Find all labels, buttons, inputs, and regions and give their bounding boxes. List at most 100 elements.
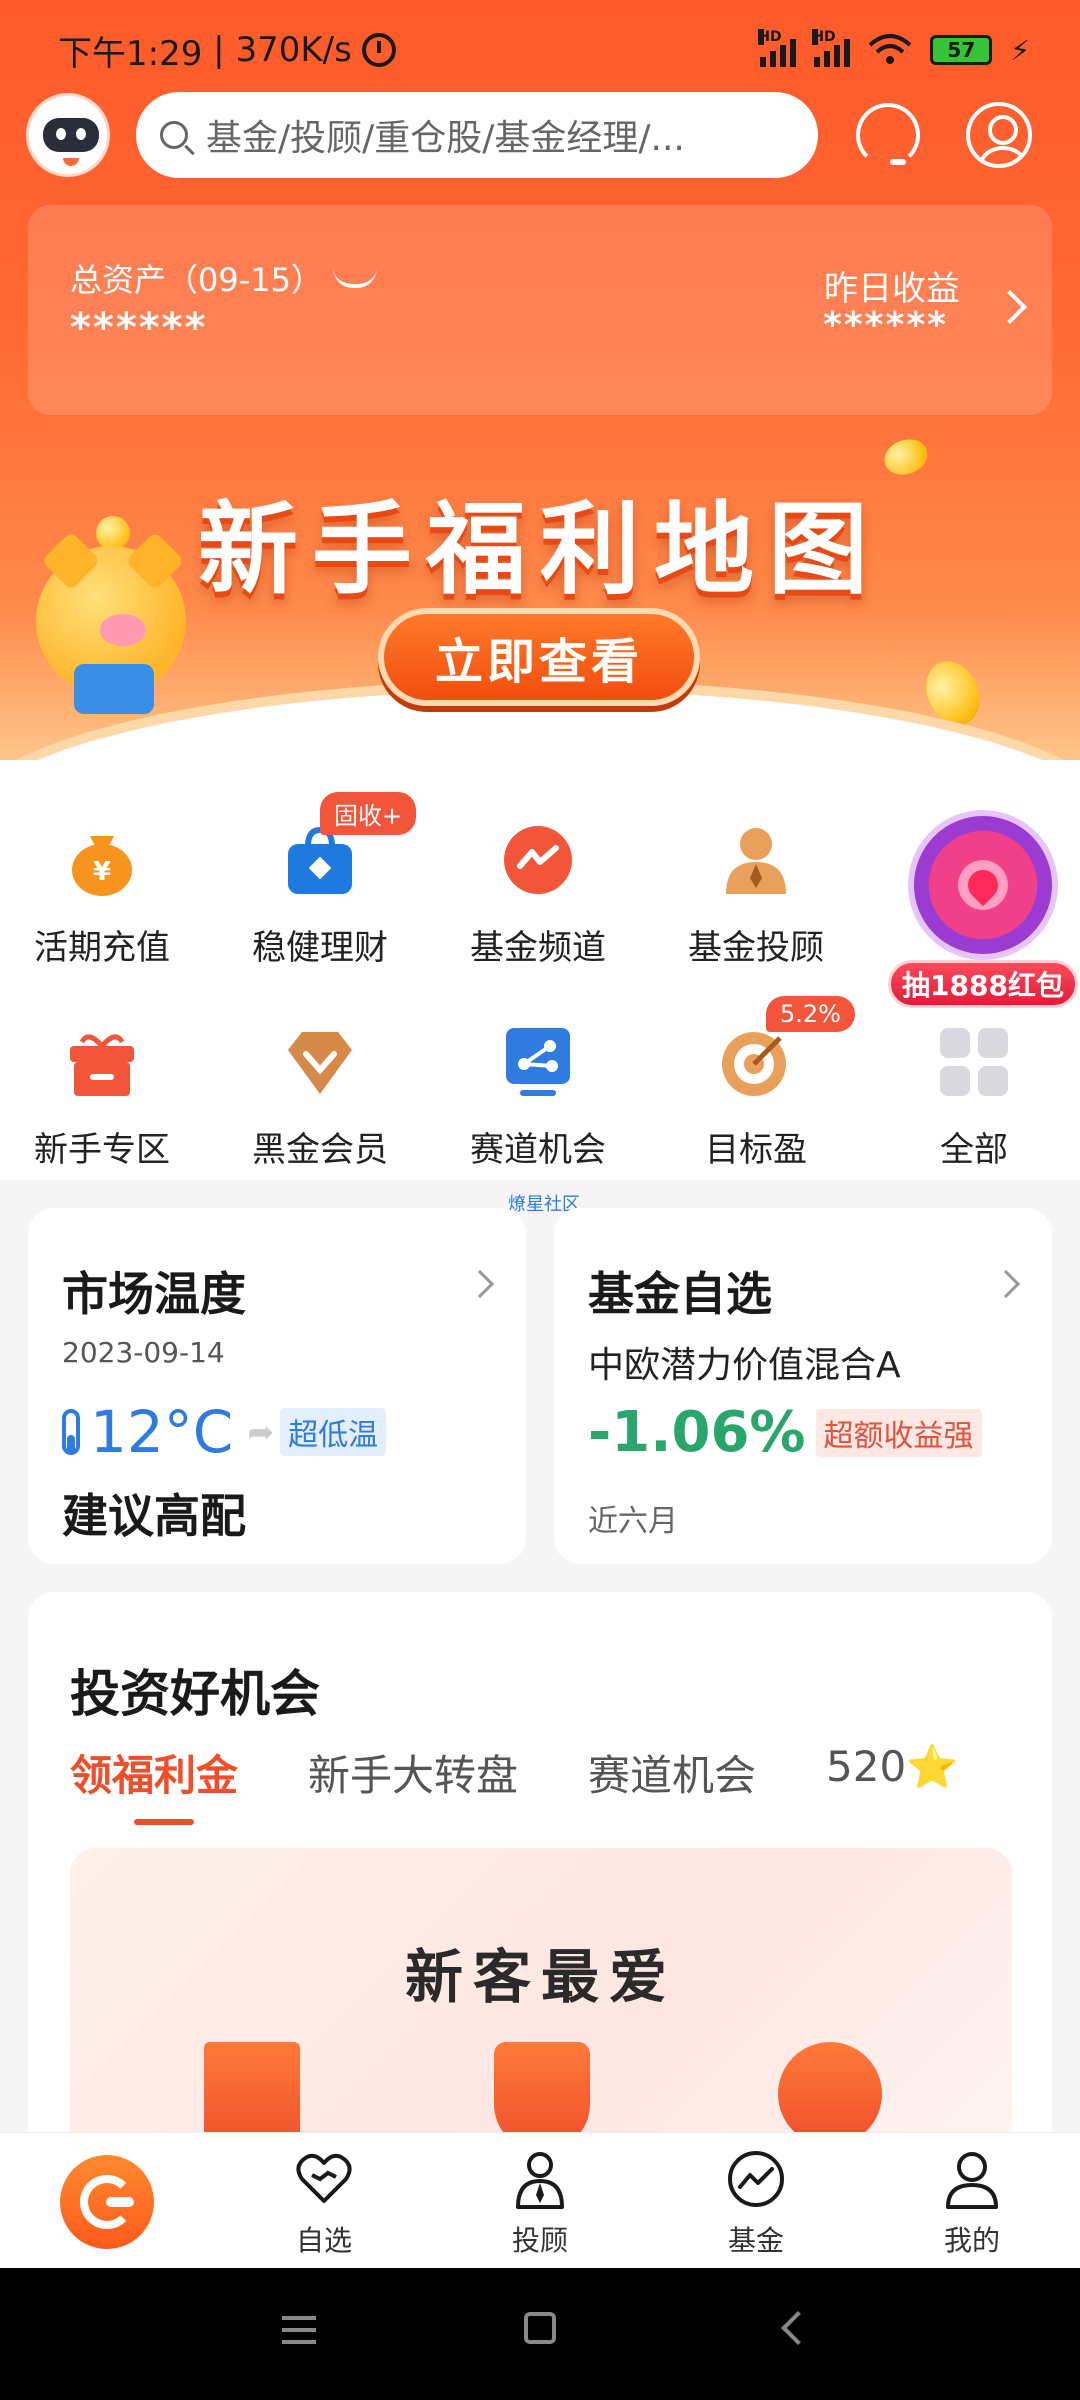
banner-title: 新手福利地图	[198, 491, 882, 608]
market-temp-level: 超低温	[280, 1408, 387, 1456]
menu-label: 目标盈	[705, 1130, 807, 1170]
fund-row: -1.06% 超额收益强	[588, 1400, 982, 1465]
opportunity-tabs: 领福利金 新手大转盘 赛道机会 520⭐	[70, 1742, 959, 1825]
pig-snout	[100, 614, 146, 646]
fund-chart-icon	[728, 2151, 784, 2207]
diamond-icon	[288, 1032, 352, 1094]
menu-icon[interactable]	[282, 2316, 316, 2344]
menu-label: 全部	[940, 1130, 1008, 1170]
market-temp-advice: 建议高配	[62, 1489, 246, 1543]
lottery-label: 抽1888红包	[888, 960, 1078, 1008]
tab-track[interactable]: 赛道机会	[588, 1742, 756, 1803]
tab-welfare[interactable]: 领福利金	[70, 1742, 238, 1825]
wifi-icon	[868, 34, 912, 64]
yesterday-income-value: ******	[823, 305, 948, 346]
customer-service-icon[interactable]	[856, 103, 920, 167]
fund-pick-title: 基金自选	[588, 1267, 772, 1321]
menu-item-black-gold[interactable]: 黑金会员	[220, 1024, 420, 1171]
menu-label: 活期充值	[34, 928, 170, 968]
market-temp-date: 2023-09-14	[62, 1336, 225, 1369]
menu-label: 稳健理财	[252, 928, 388, 968]
menu-label: 赛道机会	[470, 1130, 606, 1170]
search-placeholder: 基金/投顾/重仓股/基金经理/...	[206, 118, 685, 159]
robot-mouth	[63, 158, 79, 166]
eye-closed-icon[interactable]	[333, 268, 377, 288]
system-nav-bar	[0, 2268, 1080, 2400]
heart-icon	[296, 2153, 352, 2203]
status-bar: 下午1:29 | 370K/s HD HD 57 ⚡	[58, 22, 1030, 78]
money-bag-icon: ¥	[72, 836, 132, 896]
menu-item-newbie-zone[interactable]: 新手专区	[2, 1024, 202, 1171]
yesterday-income-label: 昨日收益	[824, 269, 960, 309]
tab-watchlist[interactable]: 自选	[254, 2149, 394, 2259]
tab-advisor[interactable]: 投顾	[470, 2149, 610, 2259]
menu-label: 新手专区	[34, 1130, 170, 1170]
market-temp-value: 12°C	[90, 1398, 234, 1466]
menu-item-target-profit[interactable]: 目标盈 5.2%	[656, 996, 856, 1171]
tab-fund[interactable]: 基金	[686, 2149, 826, 2259]
lottery-float-button[interactable]: 抽1888红包	[888, 810, 1080, 1020]
promo-card[interactable]: 新客最爱	[70, 1848, 1012, 2152]
nav-label: 自选	[295, 2224, 352, 2257]
advisor-icon	[516, 2152, 564, 2209]
tab-wheel[interactable]: 新手大转盘	[308, 1742, 518, 1803]
search-input[interactable]: 基金/投顾/重仓股/基金经理/...	[136, 92, 818, 178]
status-time: 下午1:29	[58, 33, 203, 74]
total-asset-text: 总资产（09-15）	[70, 261, 323, 299]
target-rate-tag: 5.2%	[766, 996, 855, 1032]
menu-item-current-deposit[interactable]: ¥ 活期充值	[2, 822, 202, 969]
hd-label-2: HD	[812, 29, 836, 45]
thermometer-icon	[62, 1409, 80, 1455]
home-icon[interactable]	[524, 2312, 556, 2344]
fund-tag: 超额收益强	[815, 1408, 982, 1457]
market-temp-row: 12°C ➦ 超低温	[62, 1398, 387, 1466]
section-title: 投资好机会	[70, 1665, 320, 1723]
charging-icon: ⚡	[1010, 33, 1030, 67]
assistant-avatar[interactable]	[26, 93, 110, 177]
fund-pick-card[interactable]: 基金自选 中欧潜力价值混合A -1.06% 超额收益强 近六月	[554, 1208, 1052, 1564]
tab-520[interactable]: 520⭐	[826, 1742, 958, 1803]
alarm-icon	[361, 33, 396, 67]
menu-label: 基金频道	[470, 928, 606, 968]
menu-label: 基金投顾	[688, 928, 824, 968]
menu-item-fund-advisor[interactable]: 基金投顾	[656, 822, 856, 969]
status-separator: |	[202, 30, 236, 70]
target-icon	[778, 2042, 882, 2146]
signal-icon: HD	[758, 29, 797, 67]
chevron-right-icon	[991, 1269, 1021, 1299]
nav-label: 基金	[727, 2224, 784, 2257]
nav-label: 投顾	[511, 2224, 568, 2257]
signal-icon-2: HD	[812, 29, 851, 67]
status-right: HD HD 57 ⚡	[758, 29, 1030, 67]
person-icon	[946, 2152, 998, 2209]
menu-item-track-opportunity[interactable]: 赛道机会	[438, 1024, 638, 1171]
nav-label: 我的	[943, 2224, 1000, 2257]
profile-icon[interactable]	[966, 102, 1032, 168]
hd-label: HD	[758, 29, 782, 45]
banner-view-button[interactable]: 立即查看	[378, 608, 700, 706]
menu-label: 黑金会员	[252, 1130, 388, 1170]
menu-item-fund-channel[interactable]: 基金频道	[438, 822, 638, 969]
trend-icon	[504, 826, 572, 894]
fund-period: 近六月	[588, 1504, 678, 1539]
menu-item-stable-finance[interactable]: 稳健理财 固收+	[220, 792, 420, 969]
fund-name: 中欧潜力价值混合A	[588, 1345, 901, 1386]
status-net-speed: 370K/s	[235, 30, 352, 70]
grid-icon	[940, 1028, 1008, 1096]
total-asset-value: ******	[70, 305, 208, 351]
header: 下午1:29 | 370K/s HD HD 57 ⚡ 基金/投顾/重仓股/基金经…	[0, 0, 1080, 760]
chevron-right-icon	[465, 1269, 495, 1299]
pig-overall	[74, 664, 154, 714]
home-tab[interactable]	[60, 2155, 154, 2249]
chevron-right-icon[interactable]	[993, 290, 1027, 324]
target-icon	[722, 1032, 786, 1096]
tab-mine[interactable]: 我的	[902, 2149, 1042, 2259]
asset-card[interactable]: 总资产（09-15） ****** 昨日收益 ******	[28, 205, 1052, 415]
arrow-icon: ➦	[247, 1413, 275, 1451]
advisor-icon	[726, 828, 786, 894]
battery-icon: 57	[930, 35, 993, 65]
track-icon	[506, 1028, 570, 1096]
market-temperature-card[interactable]: 市场温度 2023-09-14 12°C ➦ 超低温 建议高配	[28, 1208, 526, 1564]
back-icon[interactable]	[781, 2311, 815, 2345]
menu-item-all[interactable]: 全部	[874, 1024, 1074, 1171]
